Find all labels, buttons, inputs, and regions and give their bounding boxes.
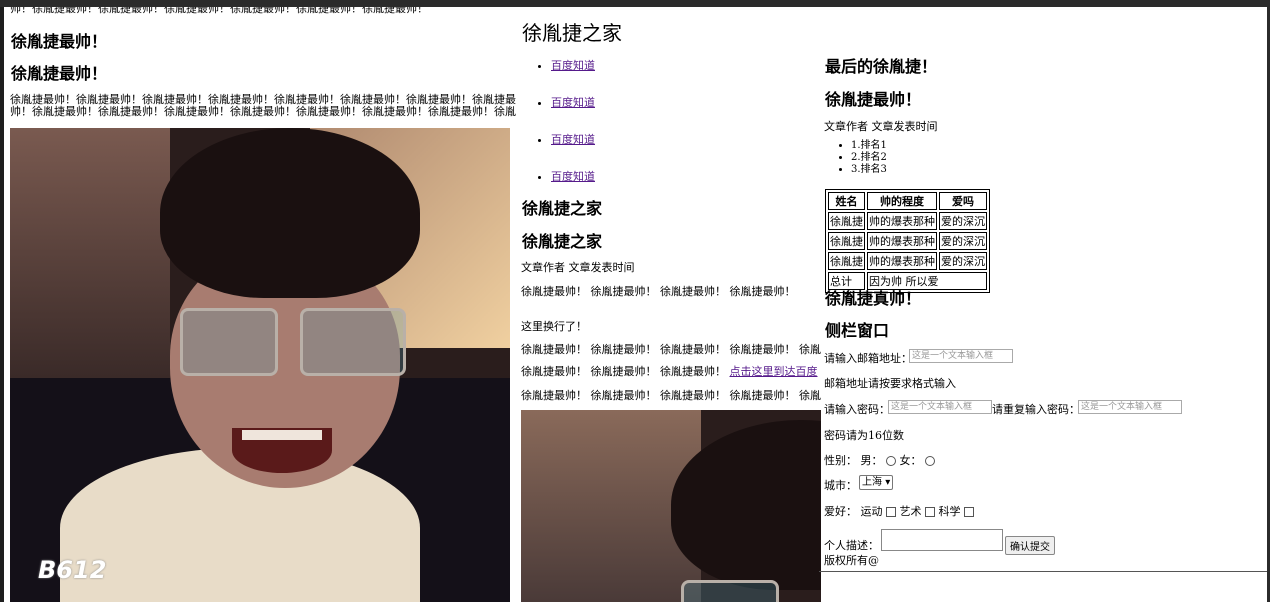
- sidebar-title: 侧栏窗口: [825, 321, 890, 340]
- rank-list: 1.排名1 2.排名2 3.排名3: [841, 140, 887, 176]
- list-item: 3.排名3: [851, 164, 887, 176]
- hobby-sport-checkbox[interactable]: [886, 507, 896, 517]
- photo-watermark: B612: [38, 556, 107, 584]
- hobby-science-label: 科学: [938, 505, 961, 518]
- link-baidu-2[interactable]: 百度知道: [551, 96, 595, 109]
- baidu-link[interactable]: 点击这里到达百度: [730, 365, 818, 378]
- heading-best-1: 徐胤捷最帅！: [11, 32, 108, 51]
- top-marquee: 帅！徐胤捷最帅！徐胤捷最帅！徐胤捷最帅！徐胤捷最帅！徐胤捷最帅！徐胤捷最帅！: [10, 7, 428, 15]
- table-cell: 爱的深沉: [939, 212, 987, 230]
- hobby-label: 爱好：: [824, 505, 857, 518]
- sidebar-column: 最后的徐胤捷！ 徐胤捷最帅！ 文章作者 文章发表时间 1.排名1 2.排名2 3…: [819, 7, 1267, 572]
- title-last: 最后的徐胤捷！: [825, 57, 938, 76]
- table-cell: 帅的爆表那种: [867, 252, 937, 270]
- sidebar-meta: 文章作者 文章发表时间: [824, 120, 938, 133]
- male-label: 男：: [860, 454, 883, 467]
- city-label: 城市：: [824, 479, 857, 492]
- chevron-down-icon: ▾: [885, 477, 891, 488]
- female-label: 女：: [899, 454, 922, 467]
- city-select[interactable]: 上海 ▾: [859, 475, 894, 490]
- table-cell: 徐胤捷: [828, 252, 865, 270]
- password-hint: 密码请为16位数: [824, 429, 904, 442]
- table-cell: 帅的爆表那种: [867, 232, 937, 250]
- female-radio[interactable]: [925, 456, 935, 466]
- table-cell: 帅的爆表那种: [867, 212, 937, 230]
- browser-viewport: 帅！徐胤捷最帅！徐胤捷最帅！徐胤捷最帅！徐胤捷最帅！徐胤捷最帅！徐胤捷最帅！ 徐…: [4, 7, 1267, 602]
- password-label: 请输入密码：: [824, 403, 890, 416]
- email-input[interactable]: 这是一个文本输入框: [909, 349, 1013, 363]
- title-true: 徐胤捷真帅！: [825, 289, 922, 308]
- link-baidu-1[interactable]: 百度知道: [551, 59, 595, 72]
- description-textarea[interactable]: [881, 529, 1003, 551]
- site-title: 徐胤捷之家: [522, 21, 622, 45]
- description-label: 个人描述：: [824, 539, 879, 552]
- password-input[interactable]: 这是一个文本输入框: [888, 400, 992, 414]
- table-row: 徐胤捷 帅的爆表那种 爱的深沉: [828, 232, 987, 250]
- portrait-photo-2: [521, 410, 821, 602]
- hobby-art-checkbox[interactable]: [925, 507, 935, 517]
- hobby-sport-label: 运动: [860, 505, 883, 518]
- window-top-bar: [0, 0, 1270, 7]
- hobby-science-checkbox[interactable]: [964, 507, 974, 517]
- link-baidu-3[interactable]: 百度知道: [551, 133, 595, 146]
- portrait-photo: B612: [10, 128, 510, 602]
- line-break-text: 这里换行了！: [521, 320, 587, 333]
- middle-column: 徐胤捷之家 百度知道 百度知道 百度知道 百度知道 徐胤捷之家 徐胤捷之家 文章…: [521, 7, 821, 602]
- list-item: 百度知道: [551, 57, 595, 94]
- link-baidu-4[interactable]: 百度知道: [551, 170, 595, 183]
- title-best: 徐胤捷最帅！: [825, 90, 922, 109]
- repeat-line-2: 帅！徐胤捷最帅！徐胤捷最帅！徐胤捷最帅！徐胤捷最帅！徐胤捷最帅！徐胤捷最帅！徐胤…: [10, 105, 516, 118]
- hobby-art-label: 艺术: [899, 505, 922, 518]
- gender-label: 性别：: [824, 454, 857, 467]
- list-item: 1.排名1: [851, 140, 887, 152]
- copyright-text: 版权所有@: [824, 554, 879, 567]
- table-header-cell: 帅的程度: [867, 192, 937, 210]
- gender-row: 性别： 男： 女：: [824, 452, 935, 468]
- paragraph-2: 徐胤捷最帅！ 徐胤捷最帅！ 徐胤捷最帅！ 徐胤捷最帅！ 徐胤捷最帅！: [521, 343, 821, 356]
- password-repeat-input[interactable]: 这是一个文本输入框: [1078, 400, 1182, 414]
- table-cell: 爱的深沉: [939, 252, 987, 270]
- section-title-1: 徐胤捷之家: [522, 199, 603, 218]
- table-cell: 徐胤捷: [828, 232, 865, 250]
- submit-button[interactable]: 确认提交: [1005, 536, 1055, 555]
- table-cell: 爱的深沉: [939, 232, 987, 250]
- table-row: 徐胤捷 帅的爆表那种 爱的深沉: [828, 212, 987, 230]
- table-header-row: 姓名 帅的程度 爱吗: [828, 192, 987, 210]
- section-title-2: 徐胤捷之家: [522, 232, 603, 251]
- password-repeat-label: 请重复输入密码：: [992, 403, 1080, 416]
- paragraph-1: 徐胤捷最帅！ 徐胤捷最帅！ 徐胤捷最帅！ 徐胤捷最帅！: [521, 285, 796, 298]
- email-label: 请输入邮箱地址：: [824, 352, 912, 365]
- left-column: 帅！徐胤捷最帅！徐胤捷最帅！徐胤捷最帅！徐胤捷最帅！徐胤捷最帅！徐胤捷最帅！ 徐…: [10, 7, 516, 602]
- paragraph-3: 徐胤捷最帅！ 徐胤捷最帅！ 徐胤捷最帅！ 点击这里到达百度: [521, 363, 818, 379]
- table-cell: 徐胤捷: [828, 212, 865, 230]
- list-item: 2.排名2: [851, 152, 887, 164]
- male-radio[interactable]: [886, 456, 896, 466]
- link-list: 百度知道 百度知道 百度知道 百度知道: [541, 57, 595, 205]
- city-select-value: 上海: [862, 477, 882, 488]
- list-item: 百度知道: [551, 131, 595, 168]
- rank-table: 姓名 帅的程度 爱吗 徐胤捷 帅的爆表那种 爱的深沉 徐胤捷 帅的爆表那种 爱的…: [825, 189, 990, 293]
- list-item: 百度知道: [551, 94, 595, 131]
- heading-best-2: 徐胤捷最帅！: [11, 64, 108, 83]
- table-header-cell: 爱吗: [939, 192, 987, 210]
- table-row: 徐胤捷 帅的爆表那种 爱的深沉: [828, 252, 987, 270]
- table-header-cell: 姓名: [828, 192, 865, 210]
- email-hint: 邮箱地址请按要求格式输入: [824, 377, 956, 390]
- paragraph-3-text: 徐胤捷最帅！ 徐胤捷最帅！ 徐胤捷最帅！: [521, 365, 726, 378]
- hobby-row: 爱好： 运动 艺术 科学: [824, 503, 974, 519]
- paragraph-4: 徐胤捷最帅！ 徐胤捷最帅！ 徐胤捷最帅！ 徐胤捷最帅！ 徐胤捷最帅！: [521, 389, 821, 402]
- article-meta: 文章作者 文章发表时间: [521, 261, 635, 274]
